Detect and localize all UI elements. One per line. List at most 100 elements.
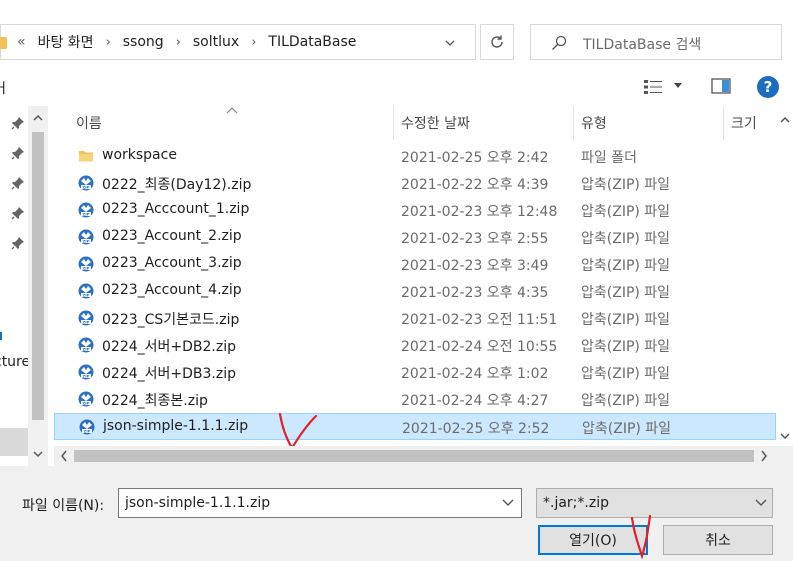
file-row[interactable]: ZIP 0223_Acccount_1.zip 2021-02-23 오후 12:4… (54, 197, 776, 224)
scroll-right-icon[interactable] (760, 450, 768, 462)
file-list-vertical-scrollbar[interactable] (776, 106, 793, 446)
cancel-button[interactable]: 취소 (663, 525, 773, 555)
file-list-horizontal-scrollbar[interactable] (54, 446, 776, 466)
breadcrumb-item-ssong[interactable]: ssong (123, 34, 164, 50)
file-modified: 2021-02-23 오후 12:48 (401, 204, 558, 220)
pin-icon[interactable] (11, 176, 25, 190)
file-row[interactable]: ZIP 0223_Account_3.zip 2021-02-23 오후 3:49 압… (54, 251, 776, 278)
file-row[interactable]: ZIP 0224_최종본.zip 2021-02-24 오후 4:27 압축(ZIP)… (54, 386, 776, 413)
file-modified: 2021-02-24 오전 10:55 (401, 339, 558, 355)
folder-icon (0, 37, 7, 49)
file-row[interactable]: ZIP 0223_Account_2.zip 2021-02-23 오후 2:55 압… (54, 224, 776, 251)
file-modified: 2021-02-24 오후 4:27 (401, 393, 549, 409)
breadcrumb: « 바탕 화면 › ssong › soltlux › TILDataBase (17, 25, 356, 59)
zip-icon: ZIP (78, 256, 94, 272)
column-divider[interactable] (723, 106, 724, 140)
zip-icon: ZIP (78, 364, 94, 380)
pin-icon[interactable] (11, 116, 25, 130)
file-name: 0223_Acccount_1.zip (102, 201, 250, 217)
pin-icon[interactable] (11, 236, 25, 250)
file-type: 압축(ZIP) 파일 (581, 177, 671, 193)
file-type: 압축(ZIP) 파일 (581, 366, 671, 382)
filename-input[interactable] (118, 488, 522, 518)
chevron-down-icon[interactable] (674, 83, 682, 88)
file-type-value: *.jar;*.zip (543, 495, 609, 511)
column-header-modified[interactable]: 수정한 날짜 (401, 106, 470, 140)
file-row[interactable]: workspace 2021-02-25 오후 2:42 파일 폴더 (54, 143, 776, 170)
scroll-down-icon[interactable] (780, 432, 790, 440)
chevron-right-icon[interactable]: › (176, 35, 181, 50)
column-header-name[interactable]: 이름 (76, 106, 102, 140)
file-name: workspace (102, 147, 177, 163)
file-modified: 2021-02-23 오후 3:49 (401, 258, 549, 274)
navigation-pane: cture (0, 106, 48, 466)
address-bar[interactable]: « 바탕 화면 › ssong › soltlux › TILDataBase (0, 24, 476, 60)
file-type: 압축(ZIP) 파일 (581, 312, 671, 328)
breadcrumb-item-desktop[interactable]: 바탕 화면 (38, 32, 94, 52)
file-row[interactable]: ZIP 0223_CS기본코드.zip 2021-02-23 오전 11:51 압축(… (54, 305, 776, 332)
column-header-size[interactable]: 크기 (731, 106, 757, 140)
zip-icon: ZIP (78, 202, 94, 218)
help-button[interactable]: ? (757, 76, 779, 98)
breadcrumb-overflow[interactable]: « (17, 34, 26, 50)
scroll-left-icon[interactable] (60, 450, 68, 462)
nav-item-selected-stub[interactable] (0, 428, 28, 456)
refresh-icon (491, 35, 503, 48)
pin-icon[interactable] (11, 206, 25, 220)
zip-icon: ZIP (78, 310, 94, 326)
file-type: 압축(ZIP) 파일 (581, 285, 671, 301)
organize-menu-stub[interactable]: ㅓ (0, 78, 9, 98)
file-row-selected[interactable]: ZIP json-simple-1.1.1.zip 2021-02-25 오후 2:… (54, 413, 776, 440)
chevron-down-icon[interactable] (502, 499, 514, 507)
file-type: 압축(ZIP) 파일 (582, 421, 672, 437)
filename-label: 파일 이름(N): (22, 498, 105, 514)
file-row[interactable]: ZIP 0224_서버+DB3.zip 2021-02-24 오후 1:02 압축(Z… (54, 359, 776, 386)
open-button[interactable]: 열기(O) (538, 525, 648, 555)
chevron-right-icon[interactable]: › (251, 35, 256, 50)
column-header-row: 이름 수정한 날짜 유형 크기 (54, 106, 793, 140)
file-row[interactable]: ZIP 0224_서버+DB2.zip 2021-02-24 오전 10:55 압축(… (54, 332, 776, 359)
scroll-down-icon[interactable] (33, 450, 43, 458)
breadcrumb-item-tildatabase[interactable]: TILDataBase (268, 34, 356, 50)
file-name: 0223_Account_2.zip (102, 228, 242, 244)
preview-pane-icon[interactable] (711, 78, 731, 94)
scrollbar-corner (776, 446, 793, 466)
scroll-up-icon[interactable] (33, 114, 43, 122)
sort-ascending-icon (226, 107, 238, 114)
dialog-footer: 파일 이름(N): *.jar;*.zip 열기(O) 취소 (0, 466, 793, 561)
zip-icon: ZIP (78, 391, 94, 407)
breadcrumb-item-soltlux[interactable]: soltlux (193, 34, 239, 50)
scrollbar-thumb[interactable] (32, 132, 44, 420)
search-input[interactable]: TILDataBase 검색 (530, 24, 782, 60)
file-name: 0222_최종(Day12).zip (102, 177, 252, 193)
column-header-type[interactable]: 유형 (581, 106, 607, 140)
file-row[interactable]: ZIP 0222_최종(Day12).zip 2021-02-22 오후 4:39 압… (54, 170, 776, 197)
file-modified: 2021-02-23 오후 2:55 (401, 231, 549, 247)
file-modified: 2021-02-23 오전 11:51 (401, 312, 558, 328)
file-row[interactable]: ZIP 0223_Account_4.zip 2021-02-23 오후 4:35 압… (54, 278, 776, 305)
navigation-scrollbar[interactable] (28, 106, 48, 466)
file-name: 0224_최종본.zip (102, 393, 208, 409)
nav-item-pictures-stub[interactable]: cture (0, 354, 30, 370)
scrollbar-thumb[interactable] (74, 450, 754, 462)
chevron-right-icon[interactable]: › (106, 35, 111, 50)
scroll-up-icon[interactable] (780, 116, 790, 124)
file-name: 0224_서버+DB3.zip (102, 366, 236, 382)
toolbar: ㅓ ? (0, 68, 793, 106)
chevron-down-icon (755, 499, 767, 506)
view-options-icon[interactable] (643, 78, 663, 96)
folder-icon (78, 148, 94, 164)
zip-icon: ZIP (78, 175, 94, 191)
file-type: 압축(ZIP) 파일 (581, 339, 671, 355)
svg-text:ZIP: ZIP (83, 373, 90, 378)
svg-text:ZIP: ZIP (83, 211, 90, 216)
file-type-select[interactable]: *.jar;*.zip (536, 488, 773, 518)
pin-icon[interactable] (11, 146, 25, 160)
column-divider[interactable] (573, 106, 574, 140)
refresh-button[interactable] (480, 24, 514, 60)
search-placeholder: TILDataBase 검색 (583, 37, 702, 53)
svg-text:ZIP: ZIP (83, 184, 90, 189)
file-modified: 2021-02-24 오후 1:02 (401, 366, 549, 382)
column-divider[interactable] (393, 106, 394, 140)
chevron-down-icon[interactable] (444, 37, 456, 49)
